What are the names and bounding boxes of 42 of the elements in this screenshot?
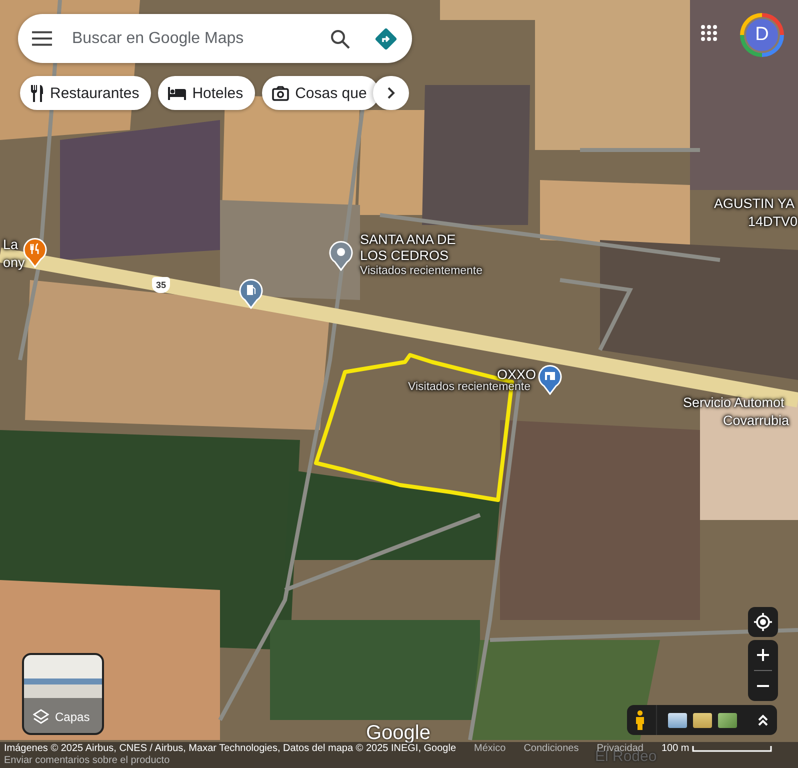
highway-shield: 35 <box>152 277 170 293</box>
map-place-label[interactable]: OXXO <box>497 367 536 383</box>
search-bar[interactable]: Buscar en Google Maps <box>18 14 412 63</box>
fork-knife-icon <box>30 84 44 102</box>
bed-icon <box>168 86 186 100</box>
my-location-button[interactable] <box>748 607 778 637</box>
imagery-thumbnail[interactable] <box>693 712 712 728</box>
location-pin-icon[interactable] <box>329 241 353 271</box>
imagery-thumbnail[interactable] <box>718 712 737 728</box>
pegman-icon[interactable] <box>635 710 645 730</box>
chevron-right-icon <box>387 87 395 99</box>
menu-icon[interactable] <box>32 31 52 46</box>
location-target-icon <box>754 613 772 631</box>
gas-station-pin-icon[interactable] <box>239 279 263 309</box>
store-pin-icon[interactable] <box>538 365 562 395</box>
scale-bar: 100 m <box>661 743 772 754</box>
map-place-label[interactable]: La <box>3 237 18 253</box>
google-logo: Google <box>366 722 430 744</box>
camera-icon <box>272 86 290 100</box>
category-chip[interactable]: Hoteles <box>158 76 256 110</box>
map-place-label[interactable]: Visitados recientemente <box>360 265 483 278</box>
map-place-label[interactable]: 14DTV0 <box>748 214 798 230</box>
map-place-label[interactable]: SANTA ANA DE LOS CEDROS <box>360 232 470 264</box>
imagery-thumbnail[interactable] <box>668 712 687 728</box>
restaurant-pin-icon[interactable] <box>23 238 47 268</box>
footer-link[interactable]: Privacidad <box>596 743 644 754</box>
layers-button[interactable]: Capas <box>22 653 104 735</box>
expand-button[interactable] <box>757 714 769 726</box>
plus-icon <box>757 649 769 661</box>
apps-grid-icon[interactable] <box>700 24 718 42</box>
minus-icon <box>757 685 769 687</box>
map-place-label[interactable]: AGUSTIN YA <box>714 196 795 212</box>
search-icon[interactable] <box>330 28 350 48</box>
category-chip[interactable]: Restaurantes <box>20 76 152 110</box>
layers-icon <box>33 709 49 725</box>
footer-link[interactable]: México <box>474 743 506 754</box>
attribution-text: Imágenes © 2025 Airbus, CNES / Airbus, Maxar Technologies, Datos del mapa © 2025 INEGI, Google <box>4 743 456 754</box>
search-field[interactable]: Buscar en Google Maps <box>70 28 330 48</box>
more-chips-button[interactable] <box>373 76 409 110</box>
footer-link[interactable]: Condiciones <box>524 743 579 754</box>
feedback-link[interactable]: Enviar comentarios sobre el producto <box>4 755 170 766</box>
double-chevron-up-icon <box>757 714 769 726</box>
